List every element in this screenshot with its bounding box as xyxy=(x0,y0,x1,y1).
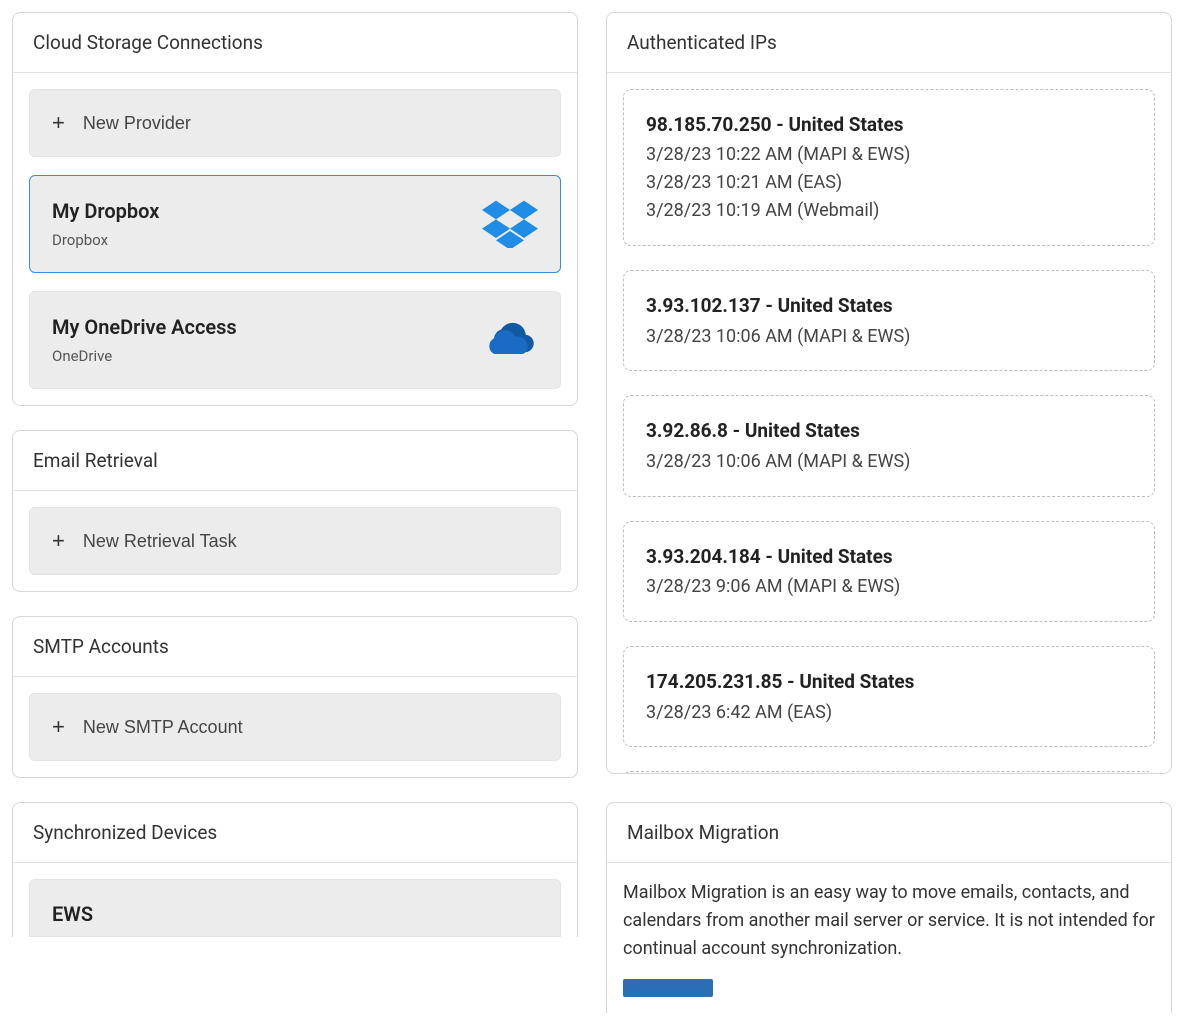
cloud-storage-header: Cloud Storage Connections xyxy=(13,13,577,73)
mailbox-migration-header: Mailbox Migration xyxy=(607,803,1171,863)
email-retrieval-header: Email Retrieval xyxy=(13,431,577,491)
ip-line: 3/28/23 10:19 AM (Webmail) xyxy=(646,197,1132,225)
new-provider-label: New Provider xyxy=(83,113,191,134)
ip-entry[interactable]: 174.205.231.85 - United States 3/28/23 6… xyxy=(623,646,1155,747)
new-provider-button[interactable]: + New Provider xyxy=(29,89,561,157)
ip-entry[interactable]: 68.2.225.219 - United States xyxy=(623,771,1155,773)
ip-entry[interactable]: 3.93.102.137 - United States 3/28/23 10:… xyxy=(623,270,1155,371)
synchronized-devices-header: Synchronized Devices xyxy=(13,803,577,863)
authenticated-ips-header: Authenticated IPs xyxy=(607,13,1171,73)
provider-name: My Dropbox xyxy=(52,199,159,223)
mailbox-migration-panel: Mailbox Migration Mailbox Migration is a… xyxy=(606,802,1172,1013)
onedrive-icon xyxy=(482,312,538,368)
smtp-accounts-header: SMTP Accounts xyxy=(13,617,577,677)
new-retrieval-label: New Retrieval Task xyxy=(83,531,237,552)
ip-line: 3/28/23 6:42 AM (EAS) xyxy=(646,699,1132,727)
provider-name: My OneDrive Access xyxy=(52,315,237,339)
ip-header: 3.93.204.184 - United States xyxy=(646,542,1132,571)
provider-type: OneDrive xyxy=(52,347,237,365)
ip-entry[interactable]: 3.92.86.8 - United States 3/28/23 10:06 … xyxy=(623,395,1155,496)
ip-header: 174.205.231.85 - United States xyxy=(646,667,1132,696)
sync-device-item[interactable]: EWS xyxy=(29,879,561,937)
authenticated-ips-list[interactable]: 98.185.70.250 - United States 3/28/23 10… xyxy=(607,73,1171,773)
ip-entry[interactable]: 3.93.204.184 - United States 3/28/23 9:0… xyxy=(623,521,1155,622)
plus-icon: + xyxy=(52,530,65,552)
ip-line: 3/28/23 9:06 AM (MAPI & EWS) xyxy=(646,573,1132,601)
provider-card-onedrive[interactable]: My OneDrive Access OneDrive xyxy=(29,291,561,389)
smtp-accounts-panel: SMTP Accounts + New SMTP Account xyxy=(12,616,578,778)
cloud-storage-connections-panel: Cloud Storage Connections + New Provider… xyxy=(12,12,578,406)
new-smtp-label: New SMTP Account xyxy=(83,717,243,738)
authenticated-ips-panel: Authenticated IPs 98.185.70.250 - United… xyxy=(606,12,1172,774)
migrate-button[interactable] xyxy=(623,979,713,997)
plus-icon: + xyxy=(52,716,65,738)
email-retrieval-panel: Email Retrieval + New Retrieval Task xyxy=(12,430,578,592)
mailbox-migration-description: Mailbox Migration is an easy way to move… xyxy=(607,863,1171,971)
synchronized-devices-panel: Synchronized Devices EWS xyxy=(12,802,578,937)
ip-line: 3/28/23 10:06 AM (MAPI & EWS) xyxy=(646,448,1132,476)
provider-card-dropbox[interactable]: My Dropbox Dropbox xyxy=(29,175,561,273)
ip-line: 3/28/23 10:21 AM (EAS) xyxy=(646,169,1132,197)
new-smtp-account-button[interactable]: + New SMTP Account xyxy=(29,693,561,761)
new-retrieval-task-button[interactable]: + New Retrieval Task xyxy=(29,507,561,575)
dropbox-icon xyxy=(482,196,538,252)
ip-header: 3.92.86.8 - United States xyxy=(646,416,1132,445)
plus-icon: + xyxy=(52,112,65,134)
provider-type: Dropbox xyxy=(52,231,159,249)
ip-entry[interactable]: 98.185.70.250 - United States 3/28/23 10… xyxy=(623,89,1155,246)
ip-header: 3.93.102.137 - United States xyxy=(646,291,1132,320)
ip-line: 3/28/23 10:22 AM (MAPI & EWS) xyxy=(646,141,1132,169)
ip-line: 3/28/23 10:06 AM (MAPI & EWS) xyxy=(646,323,1132,351)
sync-device-name: EWS xyxy=(52,902,93,926)
ip-header: 98.185.70.250 - United States xyxy=(646,110,1132,139)
